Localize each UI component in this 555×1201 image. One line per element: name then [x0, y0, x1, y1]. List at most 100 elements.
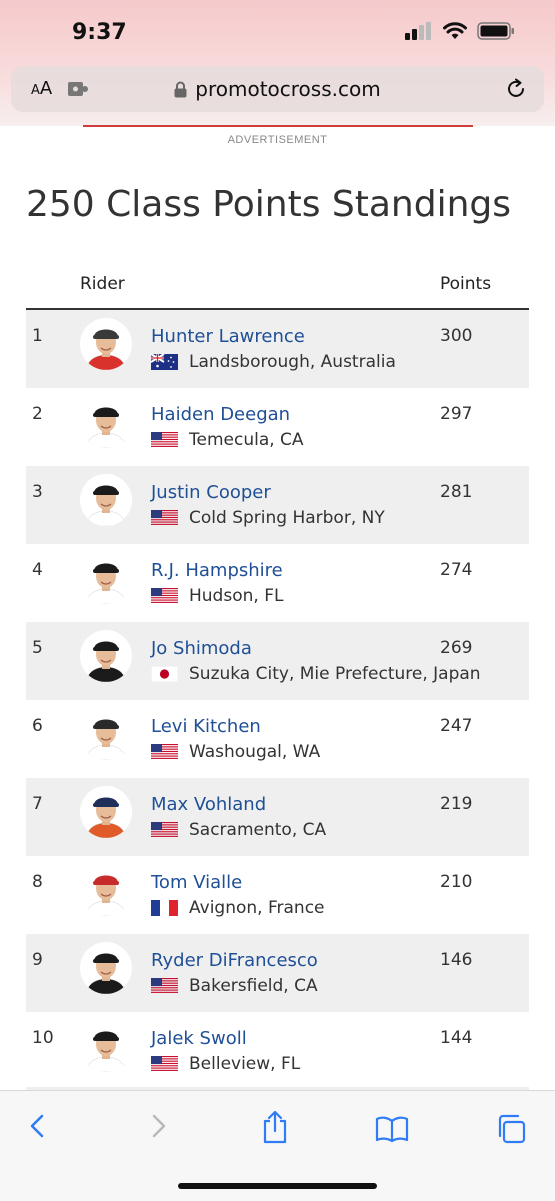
rank: 8: [32, 872, 43, 892]
usa-flag: [151, 978, 178, 994]
reload-icon[interactable]: [504, 77, 528, 101]
table-row: 3 Justin Cooper Cold Spring Harbor, NY 281: [26, 466, 529, 544]
rider-hometown: Cold Spring Harbor, NY: [151, 508, 385, 528]
rank: 2: [32, 404, 43, 424]
rank: 5: [32, 638, 43, 658]
rider-avatar: [80, 630, 132, 682]
usa-flag: [151, 1056, 178, 1072]
rider-name-link[interactable]: Haiden Deegan: [151, 404, 290, 425]
table-row: 10 Jalek Swoll Belleview, FL 144: [26, 1012, 529, 1090]
rider-name-link[interactable]: Hunter Lawrence: [151, 326, 305, 347]
battery-icon: [477, 22, 514, 40]
rider-name-link[interactable]: Tom Vialle: [151, 872, 242, 893]
status-icons: [405, 22, 515, 40]
url-display[interactable]: promotocross.com: [11, 77, 544, 101]
rider-hometown: Bakersfield, CA: [151, 976, 318, 996]
rider-avatar: [80, 552, 132, 604]
rider-hometown: Belleview, FL: [151, 1054, 300, 1074]
france-flag: [151, 900, 178, 916]
table-header: Rider Points: [26, 262, 529, 310]
table-row: 4 R.J. Hampshire Hudson, FL 274: [26, 544, 529, 622]
rank: 6: [32, 716, 43, 736]
rank: 1: [32, 326, 43, 346]
rank: 10: [32, 1028, 54, 1048]
points-value: 281: [440, 482, 473, 502]
ad-divider: [83, 125, 473, 127]
rider-hometown: Hudson, FL: [151, 586, 283, 606]
rider-name-link[interactable]: Jalek Swoll: [151, 1028, 247, 1049]
points-column-header: Points: [440, 274, 492, 294]
status-bar: 9:37: [0, 0, 555, 64]
rider-hometown: Suzuka City, Mie Prefecture, Japan: [150, 664, 481, 684]
rider-avatar: [80, 786, 132, 838]
points-value: 274: [440, 560, 473, 580]
usa-flag: [151, 744, 178, 760]
points-value: 247: [440, 716, 473, 736]
hometown-text: Temecula, CA: [189, 430, 304, 450]
rider-hometown: Sacramento, CA: [151, 820, 326, 840]
hometown-text: Hudson, FL: [189, 586, 284, 606]
rider-avatar: [80, 396, 132, 448]
hometown-text: Cold Spring Harbor, NY: [189, 508, 385, 528]
domain-text: promotocross.com: [195, 77, 381, 101]
rank: 3: [32, 482, 43, 502]
page-title: 250 Class Points Standings: [26, 184, 512, 225]
browser-chrome: 9:37 AA promotocross.com: [0, 0, 555, 126]
table-row: 2 Haiden Deegan Temecula, CA 297: [26, 388, 529, 466]
australia-flag: [150, 353, 178, 370]
rider-avatar: [80, 1020, 132, 1072]
rider-avatar: [80, 708, 132, 760]
forward-icon[interactable]: [147, 1111, 169, 1141]
address-bar[interactable]: AA promotocross.com: [11, 66, 544, 112]
rider-name-link[interactable]: Max Vohland: [151, 794, 266, 815]
status-time: 9:37: [72, 20, 127, 45]
points-value: 146: [440, 950, 473, 970]
hometown-text: Bakersfield, CA: [189, 976, 318, 996]
rider-avatar: [80, 318, 132, 370]
hometown-text: Washougal, WA: [189, 742, 321, 762]
hometown-text: Landsborough, Australia: [189, 352, 396, 372]
home-indicator: [178, 1183, 377, 1189]
signal-icon: [405, 22, 431, 40]
table-row: 9 Ryder DiFrancesco Bakersfield, CA 146: [26, 934, 529, 1012]
back-icon[interactable]: [27, 1111, 49, 1141]
japan-flag: [150, 665, 179, 683]
standings-rows: 1 Hunter Lawrence Landsborough, Australia 3…: [26, 310, 529, 1090]
hometown-text: Suzuka City, Mie Prefecture, Japan: [189, 664, 481, 684]
share-icon[interactable]: [260, 1109, 290, 1145]
usa-flag: [151, 588, 178, 604]
rider-hometown: Avignon, France: [151, 898, 325, 918]
rider-name-link[interactable]: Jo Shimoda: [151, 638, 252, 659]
rider-avatar: [80, 474, 132, 526]
rank: 9: [32, 950, 43, 970]
rider-name-link[interactable]: Ryder DiFrancesco: [151, 950, 318, 971]
rider-name-link[interactable]: Justin Cooper: [151, 482, 271, 503]
advertisement-label: ADVERTISEMENT: [227, 134, 328, 146]
rider-avatar: [80, 942, 132, 994]
wifi-icon: [443, 22, 467, 39]
rank: 7: [32, 794, 43, 814]
rider-hometown: Temecula, CA: [151, 430, 304, 450]
usa-flag: [151, 432, 178, 448]
rider-name-link[interactable]: R.J. Hampshire: [151, 560, 283, 581]
tabs-icon[interactable]: [495, 1113, 527, 1145]
standings-table: Rider Points 1 Hunter Lawrence Landsboroug…: [26, 262, 529, 1090]
usa-flag: [151, 510, 178, 526]
hometown-text: Belleview, FL: [189, 1054, 301, 1074]
lock-icon: [174, 81, 187, 98]
rider-avatar: [80, 864, 132, 916]
table-row: 5 Jo Shimoda Suzuka City, Mie Prefecture, …: [26, 622, 529, 700]
bookmarks-icon[interactable]: [375, 1115, 409, 1143]
points-value: 219: [440, 794, 473, 814]
rider-name-link[interactable]: Levi Kitchen: [151, 716, 261, 737]
usa-flag: [151, 822, 178, 838]
rider-hometown: Landsborough, Australia: [150, 352, 396, 372]
table-row: 6 Levi Kitchen Washougal, WA 247: [26, 700, 529, 778]
points-value: 144: [440, 1028, 473, 1048]
points-value: 300: [440, 326, 473, 346]
table-row: 1 Hunter Lawrence Landsborough, Australia 3…: [26, 310, 529, 388]
table-row: 8 Tom Vialle Avignon, France 210: [26, 856, 529, 934]
rider-hometown: Washougal, WA: [151, 742, 320, 762]
hometown-text: Sacramento, CA: [189, 820, 327, 840]
table-row: 7 Max Vohland Sacramento, CA 219: [26, 778, 529, 856]
